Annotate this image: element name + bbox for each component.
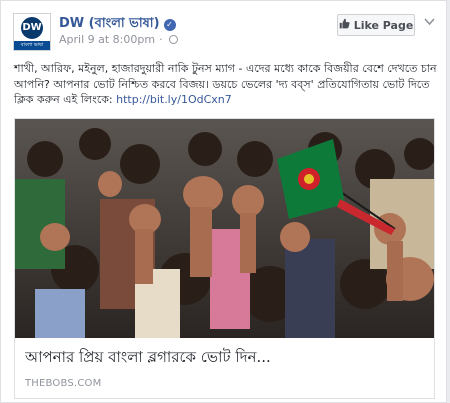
post-link[interactable]: http://bit.ly/1OdCxn7 bbox=[116, 93, 232, 106]
post-meta: April 9 at 8:00pm · bbox=[59, 33, 178, 46]
dw-logo-bar: বাংলা ভাষা bbox=[14, 41, 50, 50]
page-avatar[interactable]: DW বাংলা ভাষা bbox=[13, 13, 51, 51]
like-page-label: Like Page bbox=[353, 18, 414, 32]
attachment-domain: THEBOBS.COM bbox=[25, 378, 102, 389]
post-timestamp[interactable]: April 9 at 8:00pm bbox=[59, 33, 155, 46]
attachment-title[interactable]: আপনার প্রিয় বাংলা ব্লগারকে ভোট দিন... bbox=[25, 346, 425, 371]
facebook-post-card: DW বাংলা ভাষা DW (বাংলা ভাষা) ✓ April 9 … bbox=[0, 0, 447, 403]
verified-badge-icon: ✓ bbox=[163, 18, 176, 31]
dw-logo: DW bbox=[21, 16, 43, 39]
globe-icon[interactable] bbox=[168, 35, 178, 44]
page-name-row: DW (বাংলা ভাষা) ✓ bbox=[59, 14, 176, 35]
attachment-photo[interactable] bbox=[15, 119, 434, 338]
thumbs-up-icon bbox=[339, 18, 350, 32]
link-attachment[interactable]: আপনার প্রিয় বাংলা ব্লগারকে ভোট দিন... T… bbox=[14, 118, 435, 399]
like-page-button[interactable]: Like Page bbox=[337, 14, 415, 36]
chevron-down-icon[interactable] bbox=[424, 16, 435, 29]
page-name-link[interactable]: DW (বাংলা ভাষা) bbox=[59, 14, 160, 35]
post-message: শাখী, আরিফ, মইনুল, হাজারদুয়ারী নাকি টুন… bbox=[14, 61, 437, 108]
